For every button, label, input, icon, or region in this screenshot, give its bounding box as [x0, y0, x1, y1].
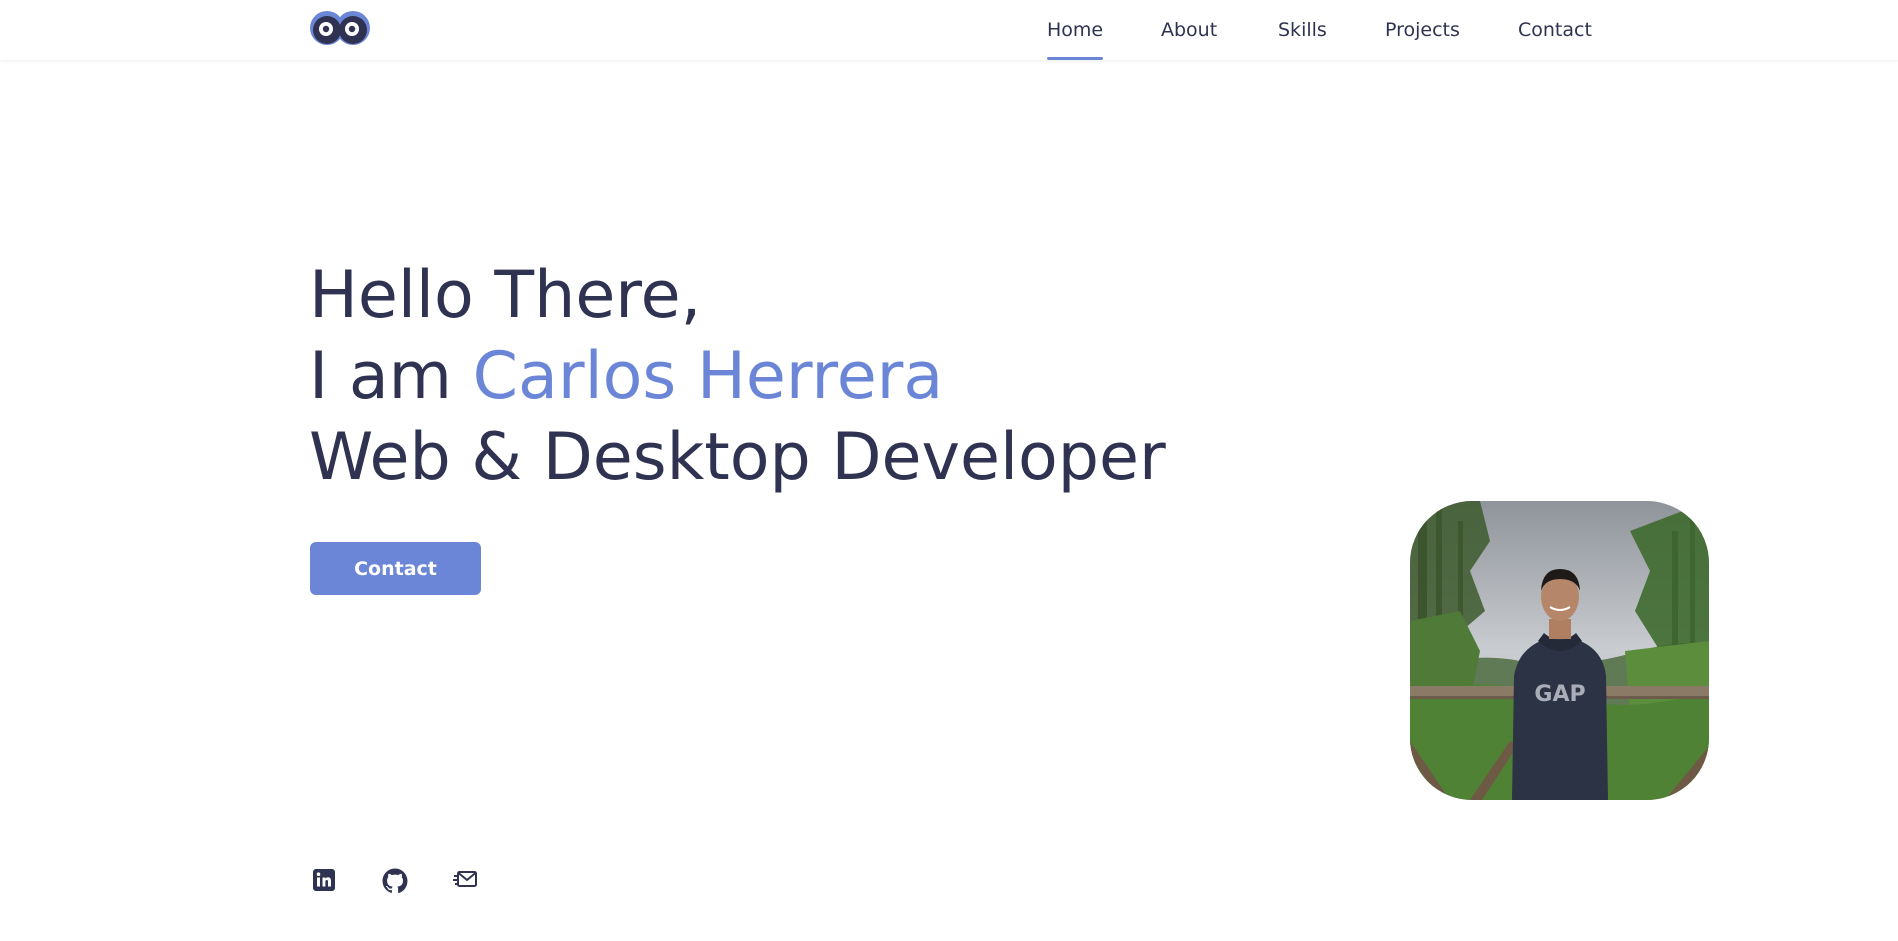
nav-projects[interactable]: Projects	[1385, 0, 1460, 60]
profile-photo-icon: GAP	[1410, 501, 1709, 800]
github-icon[interactable]	[382, 868, 408, 894]
hero-role: Web & Desktop Developer	[309, 420, 1166, 495]
hero-intro: I am Carlos Herrera	[309, 336, 1209, 417]
profile-photo: GAP	[1410, 501, 1709, 800]
contact-button[interactable]: Contact	[310, 542, 481, 595]
hero-title: Hello There, I am Carlos Herrera Web & D…	[309, 255, 1209, 498]
hero-greeting: Hello There,	[309, 258, 702, 333]
linkedin-icon[interactable]	[312, 868, 338, 894]
svg-text:GAP: GAP	[1534, 682, 1585, 707]
nav-contact[interactable]: Contact	[1518, 0, 1592, 60]
nav-home[interactable]: Home	[1047, 0, 1104, 60]
owl-eyes-logo-icon[interactable]	[309, 10, 371, 46]
nav-skills[interactable]: Skills	[1278, 0, 1327, 60]
hero-name: Carlos Herrera	[472, 339, 944, 414]
hero-intro-prefix: I am	[309, 339, 473, 414]
site-header: Home About Skills Projects Contact	[0, 0, 1898, 60]
email-icon[interactable]	[452, 868, 478, 894]
nav-about[interactable]: About	[1161, 0, 1217, 60]
